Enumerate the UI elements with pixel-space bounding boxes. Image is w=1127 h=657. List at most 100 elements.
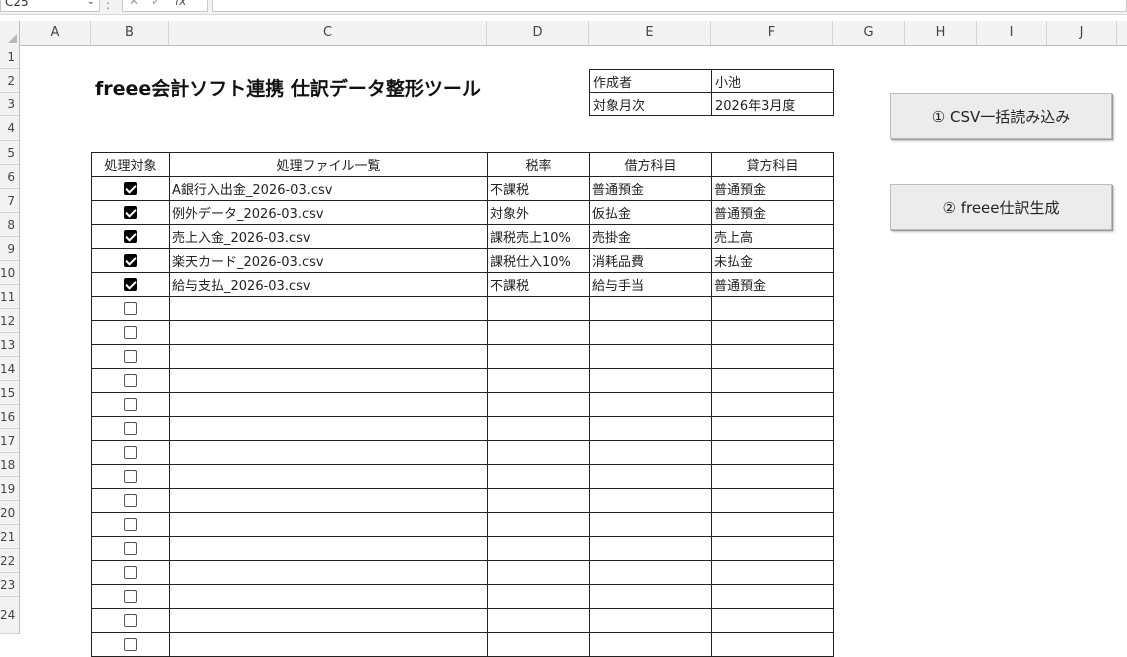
row-header-7[interactable]: 7 [0, 189, 19, 213]
tax-rate-cell[interactable]: 不課税 [487, 176, 590, 201]
header-file-list[interactable]: 処理ファイル一覧 [169, 152, 488, 177]
debit-account-cell[interactable]: 仮払金 [589, 200, 712, 225]
cancel-icon[interactable]: ✕ [129, 0, 139, 8]
debit-account-cell[interactable] [589, 608, 712, 633]
credit-account-cell[interactable] [711, 536, 834, 561]
select-all-corner[interactable] [0, 21, 20, 45]
credit-account-cell[interactable] [711, 368, 834, 393]
formula-input[interactable] [212, 0, 1127, 12]
debit-account-cell[interactable] [589, 464, 712, 489]
row-header-5[interactable]: 5 [0, 141, 19, 165]
tax-rate-cell[interactable] [487, 608, 590, 633]
file-cell[interactable] [169, 608, 488, 633]
process-checkbox[interactable] [124, 398, 137, 411]
credit-account-cell[interactable] [711, 464, 834, 489]
header-debit-account[interactable]: 借方科目 [589, 152, 712, 177]
file-cell[interactable]: A銀行入出金_2026-03.csv [169, 176, 488, 201]
file-cell[interactable] [169, 344, 488, 369]
tax-rate-cell[interactable] [487, 584, 590, 609]
row-header-13[interactable]: 13 [0, 333, 19, 357]
credit-account-cell[interactable] [711, 608, 834, 633]
debit-account-cell[interactable]: 消耗品費 [589, 248, 712, 273]
row-header-19[interactable]: 19 [0, 477, 19, 501]
file-cell[interactable] [169, 584, 488, 609]
debit-account-cell[interactable] [589, 560, 712, 585]
row-header-14[interactable]: 14 [0, 357, 19, 381]
process-checkbox[interactable] [124, 446, 137, 459]
chevron-down-icon[interactable]: ⌄ [87, 0, 95, 10]
credit-account-cell[interactable] [711, 440, 834, 465]
file-cell[interactable]: 売上入金_2026-03.csv [169, 224, 488, 249]
process-checkbox[interactable] [124, 230, 137, 243]
column-header-a[interactable]: A [20, 21, 91, 45]
row-header-9[interactable]: 9 [0, 237, 19, 261]
credit-account-cell[interactable]: 普通預金 [711, 200, 834, 225]
tax-rate-cell[interactable] [487, 440, 590, 465]
tax-rate-cell[interactable] [487, 512, 590, 537]
row-header-2[interactable]: 2 [0, 69, 19, 93]
process-checkbox[interactable] [124, 470, 137, 483]
process-checkbox[interactable] [124, 350, 137, 363]
tax-rate-cell[interactable] [487, 416, 590, 441]
debit-account-cell[interactable] [589, 536, 712, 561]
csv-import-button[interactable]: ① CSV一括読み込み [890, 93, 1112, 139]
row-header-23[interactable]: 23 [0, 573, 19, 597]
tax-rate-cell[interactable]: 課税売上10% [487, 224, 590, 249]
column-header-j[interactable]: J [1047, 21, 1117, 45]
header-credit-account[interactable]: 貸方科目 [711, 152, 834, 177]
tax-rate-cell[interactable] [487, 296, 590, 321]
row-header-12[interactable]: 12 [0, 309, 19, 333]
tax-rate-cell[interactable] [487, 536, 590, 561]
debit-account-cell[interactable] [589, 320, 712, 345]
tax-rate-cell[interactable]: 不課税 [487, 272, 590, 297]
tax-rate-cell[interactable] [487, 392, 590, 417]
process-checkbox[interactable] [124, 494, 137, 507]
debit-account-cell[interactable] [589, 368, 712, 393]
row-header-16[interactable]: 16 [0, 405, 19, 429]
debit-account-cell[interactable] [589, 488, 712, 513]
credit-account-cell[interactable] [711, 584, 834, 609]
column-header-e[interactable]: E [589, 21, 711, 45]
row-header-4[interactable]: 4 [0, 116, 19, 141]
file-cell[interactable] [169, 632, 488, 657]
tax-rate-cell[interactable]: 課税仕入10% [487, 248, 590, 273]
month-label[interactable]: 対象月次 [589, 92, 712, 116]
row-header-1[interactable]: 1 [0, 45, 19, 69]
debit-account-cell[interactable] [589, 512, 712, 537]
credit-account-cell[interactable] [711, 320, 834, 345]
row-header-6[interactable]: 6 [0, 165, 19, 189]
tax-rate-cell[interactable]: 対象外 [487, 200, 590, 225]
column-header-c[interactable]: C [169, 21, 487, 45]
author-value[interactable]: 小池 [711, 69, 834, 93]
file-cell[interactable] [169, 416, 488, 441]
debit-account-cell[interactable] [589, 392, 712, 417]
process-checkbox[interactable] [124, 566, 137, 579]
tax-rate-cell[interactable] [487, 344, 590, 369]
author-label[interactable]: 作成者 [589, 69, 712, 93]
tax-rate-cell[interactable] [487, 560, 590, 585]
credit-account-cell[interactable]: 普通預金 [711, 272, 834, 297]
file-cell[interactable] [169, 440, 488, 465]
debit-account-cell[interactable] [589, 584, 712, 609]
credit-account-cell[interactable] [711, 488, 834, 513]
process-checkbox[interactable] [124, 326, 137, 339]
debit-account-cell[interactable] [589, 344, 712, 369]
row-header-20[interactable]: 20 [0, 501, 19, 525]
credit-account-cell[interactable]: 売上高 [711, 224, 834, 249]
file-cell[interactable]: 楽天カード_2026-03.csv [169, 248, 488, 273]
column-header-i[interactable]: I [977, 21, 1047, 45]
credit-account-cell[interactable] [711, 296, 834, 321]
credit-account-cell[interactable] [711, 632, 834, 657]
file-cell[interactable] [169, 392, 488, 417]
file-cell[interactable] [169, 488, 488, 513]
file-cell[interactable] [169, 536, 488, 561]
row-header-24[interactable]: 24 [0, 597, 19, 634]
process-checkbox[interactable] [124, 542, 137, 555]
file-cell[interactable] [169, 464, 488, 489]
row-header-21[interactable]: 21 [0, 525, 19, 549]
insert-function-icon[interactable]: fx [175, 0, 186, 8]
file-cell[interactable]: 例外データ_2026-03.csv [169, 200, 488, 225]
row-header-15[interactable]: 15 [0, 381, 19, 405]
enter-icon[interactable]: ✓ [151, 0, 161, 8]
file-cell[interactable] [169, 368, 488, 393]
